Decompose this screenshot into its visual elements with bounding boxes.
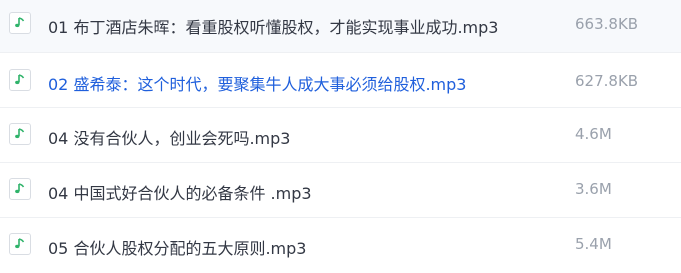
file-row[interactable]: 05 合伙人股权分配的五大原则.mp3 5.4M [0, 218, 681, 273]
music-file-icon [9, 123, 31, 145]
file-size: 3.6M [575, 180, 612, 198]
file-size: 5.4M [575, 235, 612, 253]
music-file-icon [9, 178, 31, 200]
file-size: 4.6M [575, 125, 612, 143]
file-name[interactable]: 02 盛希泰：这个时代，要聚集牛人成大事必须给股权.mp3 [48, 71, 466, 95]
file-name[interactable]: 01 布丁酒店朱晖：看重股权听懂股权，才能实现事业成功.mp3 [48, 14, 498, 38]
file-row[interactable]: 04 没有合伙人，创业会死吗.mp3 4.6M [0, 108, 681, 163]
file-row-selected[interactable]: 02 盛希泰：这个时代，要聚集牛人成大事必须给股权.mp3 627.8KB [0, 53, 681, 108]
file-list: 01 布丁酒店朱晖：看重股权听懂股权，才能实现事业成功.mp3 663.8KB … [0, 0, 681, 258]
file-name[interactable]: 04 中国式好合伙人的必备条件 .mp3 [48, 180, 312, 204]
file-row[interactable]: 01 布丁酒店朱晖：看重股权听懂股权，才能实现事业成功.mp3 663.8KB [0, 0, 681, 53]
music-file-icon [9, 233, 31, 255]
file-name[interactable]: 04 没有合伙人，创业会死吗.mp3 [48, 125, 290, 149]
music-file-icon [9, 69, 31, 91]
music-file-icon [9, 12, 31, 34]
file-size: 663.8KB [575, 15, 639, 33]
file-size: 627.8KB [575, 72, 639, 90]
file-name[interactable]: 05 合伙人股权分配的五大原则.mp3 [48, 235, 306, 259]
file-row[interactable]: 04 中国式好合伙人的必备条件 .mp3 3.6M [0, 163, 681, 218]
